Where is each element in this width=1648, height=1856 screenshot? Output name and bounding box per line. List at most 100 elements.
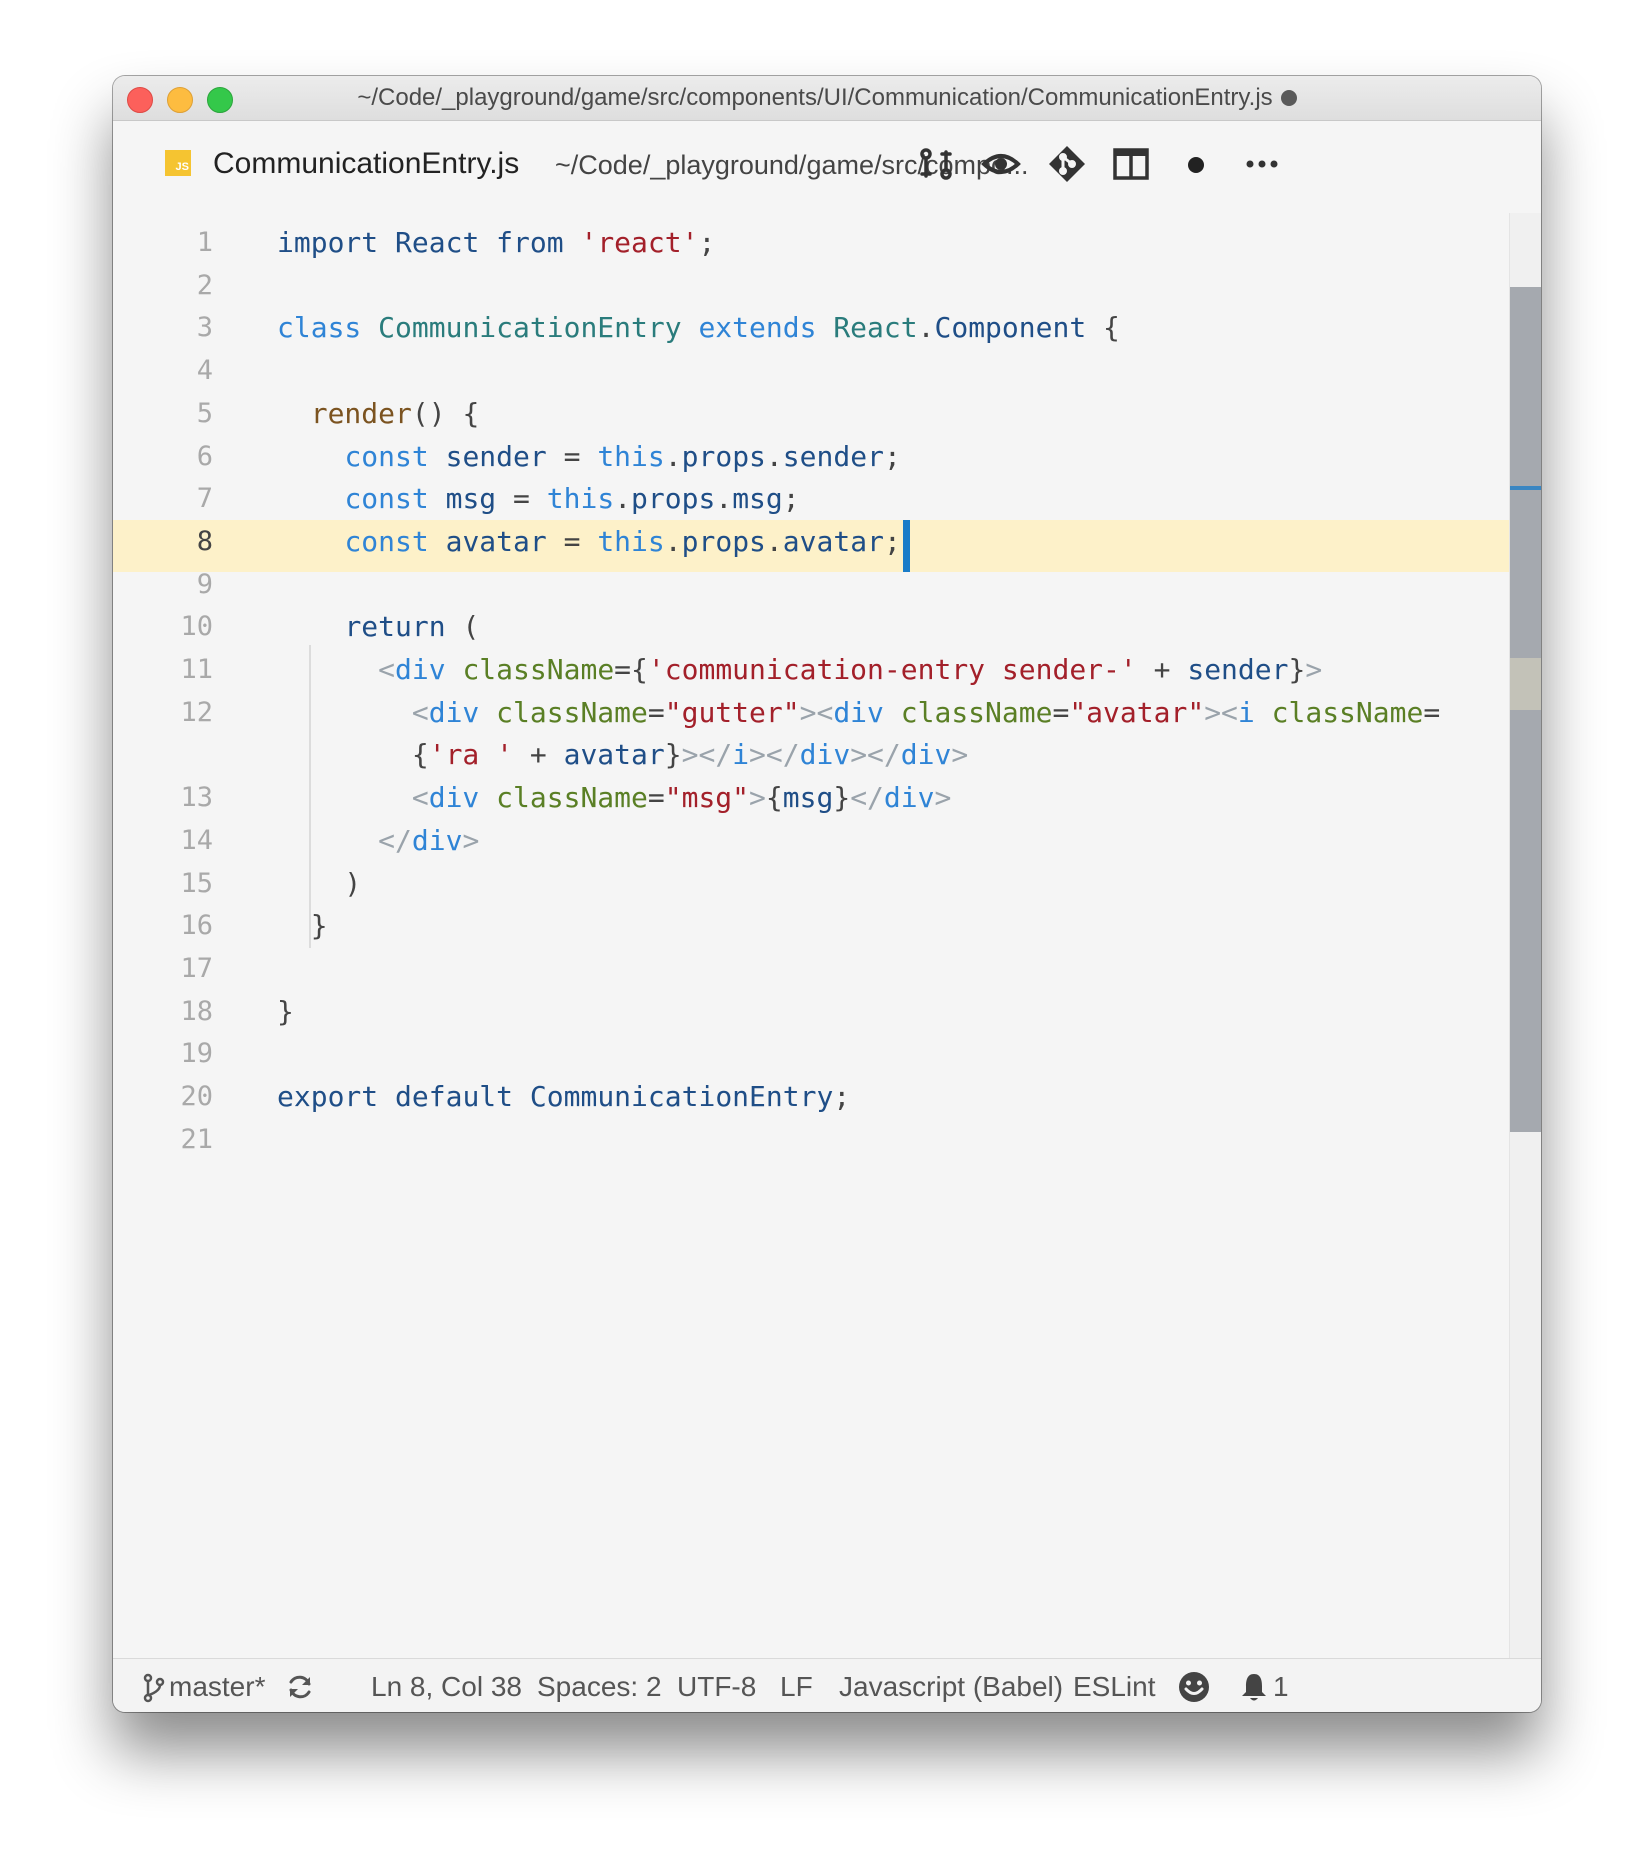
code-line[interactable]: {'ra ' + avatar}></i></div></div> [277, 738, 968, 771]
code-token: from [496, 226, 564, 259]
line-number: 20 [180, 1081, 213, 1112]
file-encoding[interactable]: UTF-8 [677, 1671, 756, 1703]
code-token: div [395, 653, 446, 686]
code-line[interactable]: ) [277, 867, 361, 900]
code-token: CommunicationEntry [529, 1080, 834, 1113]
code-token: > [462, 823, 480, 857]
code-token: div [428, 781, 480, 815]
line-number: 17 [180, 952, 213, 984]
split-view-icon[interactable] [1111, 144, 1151, 184]
cursor-position[interactable]: Ln 8, Col 38 [371, 1671, 522, 1703]
code-token: sender [1187, 653, 1289, 686]
code-line[interactable]: render() { [277, 397, 480, 430]
line-number: 8 [196, 525, 213, 557]
code-token: } [664, 738, 682, 772]
code-token: div [833, 695, 884, 729]
tab-file-name[interactable]: CommunicationEntry.js [213, 147, 519, 181]
code-token: i [1237, 695, 1255, 729]
git-branch[interactable]: master* [169, 1671, 265, 1703]
code-line[interactable]: import React from 'react'; [277, 226, 715, 259]
code-line[interactable]: <div className="msg">{msg}</div> [277, 781, 951, 814]
code-line[interactable]: } [277, 995, 294, 1028]
code-token: avatar [445, 524, 547, 558]
line-number: 13 [180, 782, 213, 814]
code-token: } [1288, 653, 1306, 686]
code-token: avatar [563, 738, 665, 772]
notification-bell-icon[interactable] [1239, 1671, 1269, 1703]
code-token: return [344, 610, 446, 644]
language-mode[interactable]: Javascript (Babel) [839, 1671, 1063, 1703]
code-token: } [833, 781, 851, 815]
scrollbar-current-line-marker [1510, 658, 1541, 710]
code-token: ></ [681, 738, 733, 772]
code-token: . [664, 524, 682, 558]
code-token: CommunicationEntry [378, 311, 682, 345]
linter-status[interactable]: ESLint [1073, 1671, 1156, 1703]
code-token: ></ [749, 738, 800, 772]
code-token: this [597, 439, 665, 473]
code-editor[interactable]: 1 import React from 'react'; 2 3 class Commu… [113, 213, 1509, 1658]
line-number: 4 [196, 355, 213, 387]
code-token: > [749, 781, 766, 815]
code-line[interactable]: return ( [277, 610, 479, 643]
code-token: div [883, 781, 935, 815]
code-token: extends [698, 311, 817, 345]
code-token: 'communication-entry sender-' [647, 653, 1137, 686]
code-token: "msg" [664, 781, 750, 815]
line-number: 7 [196, 483, 213, 515]
code-token: div [428, 695, 480, 729]
code-token: export [277, 1080, 379, 1113]
feedback-smiley-icon[interactable] [1177, 1670, 1211, 1704]
eye-icon[interactable] [981, 144, 1021, 184]
code-token: ; [833, 1080, 851, 1113]
code-line[interactable]: } [277, 909, 328, 942]
code-token: = [546, 524, 598, 558]
window-title-text: ~/Code/_playground/game/src/components/U… [357, 84, 1273, 111]
more-icon[interactable] [1242, 144, 1282, 184]
code-token: avatar [782, 524, 884, 558]
notification-count[interactable]: 1 [1273, 1671, 1289, 1703]
line-ending[interactable]: LF [780, 1671, 813, 1703]
window-title: ~/Code/_playground/game/src/components/U… [113, 76, 1541, 120]
code-line[interactable]: <div className={'communication-entry sen… [277, 653, 1322, 686]
code-token: const [344, 439, 429, 473]
code-line[interactable]: export default CommunicationEntry; [277, 1080, 850, 1113]
code-line[interactable]: <div className="gutter"><div className="… [277, 696, 1440, 729]
code-token: default [395, 1080, 514, 1113]
code-line[interactable]: class CommunicationEntry extends React.C… [277, 311, 1120, 344]
code-line[interactable]: const sender = this.props.sender; [277, 439, 900, 473]
code-line[interactable]: </div> [277, 824, 479, 857]
sync-icon[interactable] [286, 1673, 314, 1701]
code-token: . [765, 439, 783, 473]
code-token: ={ [614, 653, 648, 686]
git-diamond-icon[interactable] [1047, 144, 1087, 184]
line-number: 11 [180, 654, 213, 685]
unsaved-dot-icon[interactable] [1176, 144, 1216, 184]
code-token: ; [782, 482, 800, 516]
code-token: const [344, 524, 429, 558]
code-line[interactable]: const msg = this.props.msg; [277, 482, 800, 516]
git-compare-icon[interactable] [916, 144, 956, 184]
code-line[interactable]: const avatar = this.props.avatar; [277, 524, 900, 558]
scrollbar-cursor-marker [1510, 486, 1541, 490]
line-number: 2 [196, 269, 213, 301]
status-bar: master* Ln 8, Col 38 Spaces: 2 UTF-8 LF … [113, 1658, 1541, 1712]
javascript-file-icon: JS [165, 150, 191, 176]
code-token: = [546, 439, 598, 473]
code-token: < [411, 781, 429, 815]
code-token: > [951, 738, 969, 772]
code-token: React [395, 226, 480, 259]
code-token: ; [698, 226, 716, 259]
indentation-setting[interactable]: Spaces: 2 [537, 1671, 662, 1703]
code-token: . [765, 524, 783, 558]
code-token: { [277, 738, 429, 772]
